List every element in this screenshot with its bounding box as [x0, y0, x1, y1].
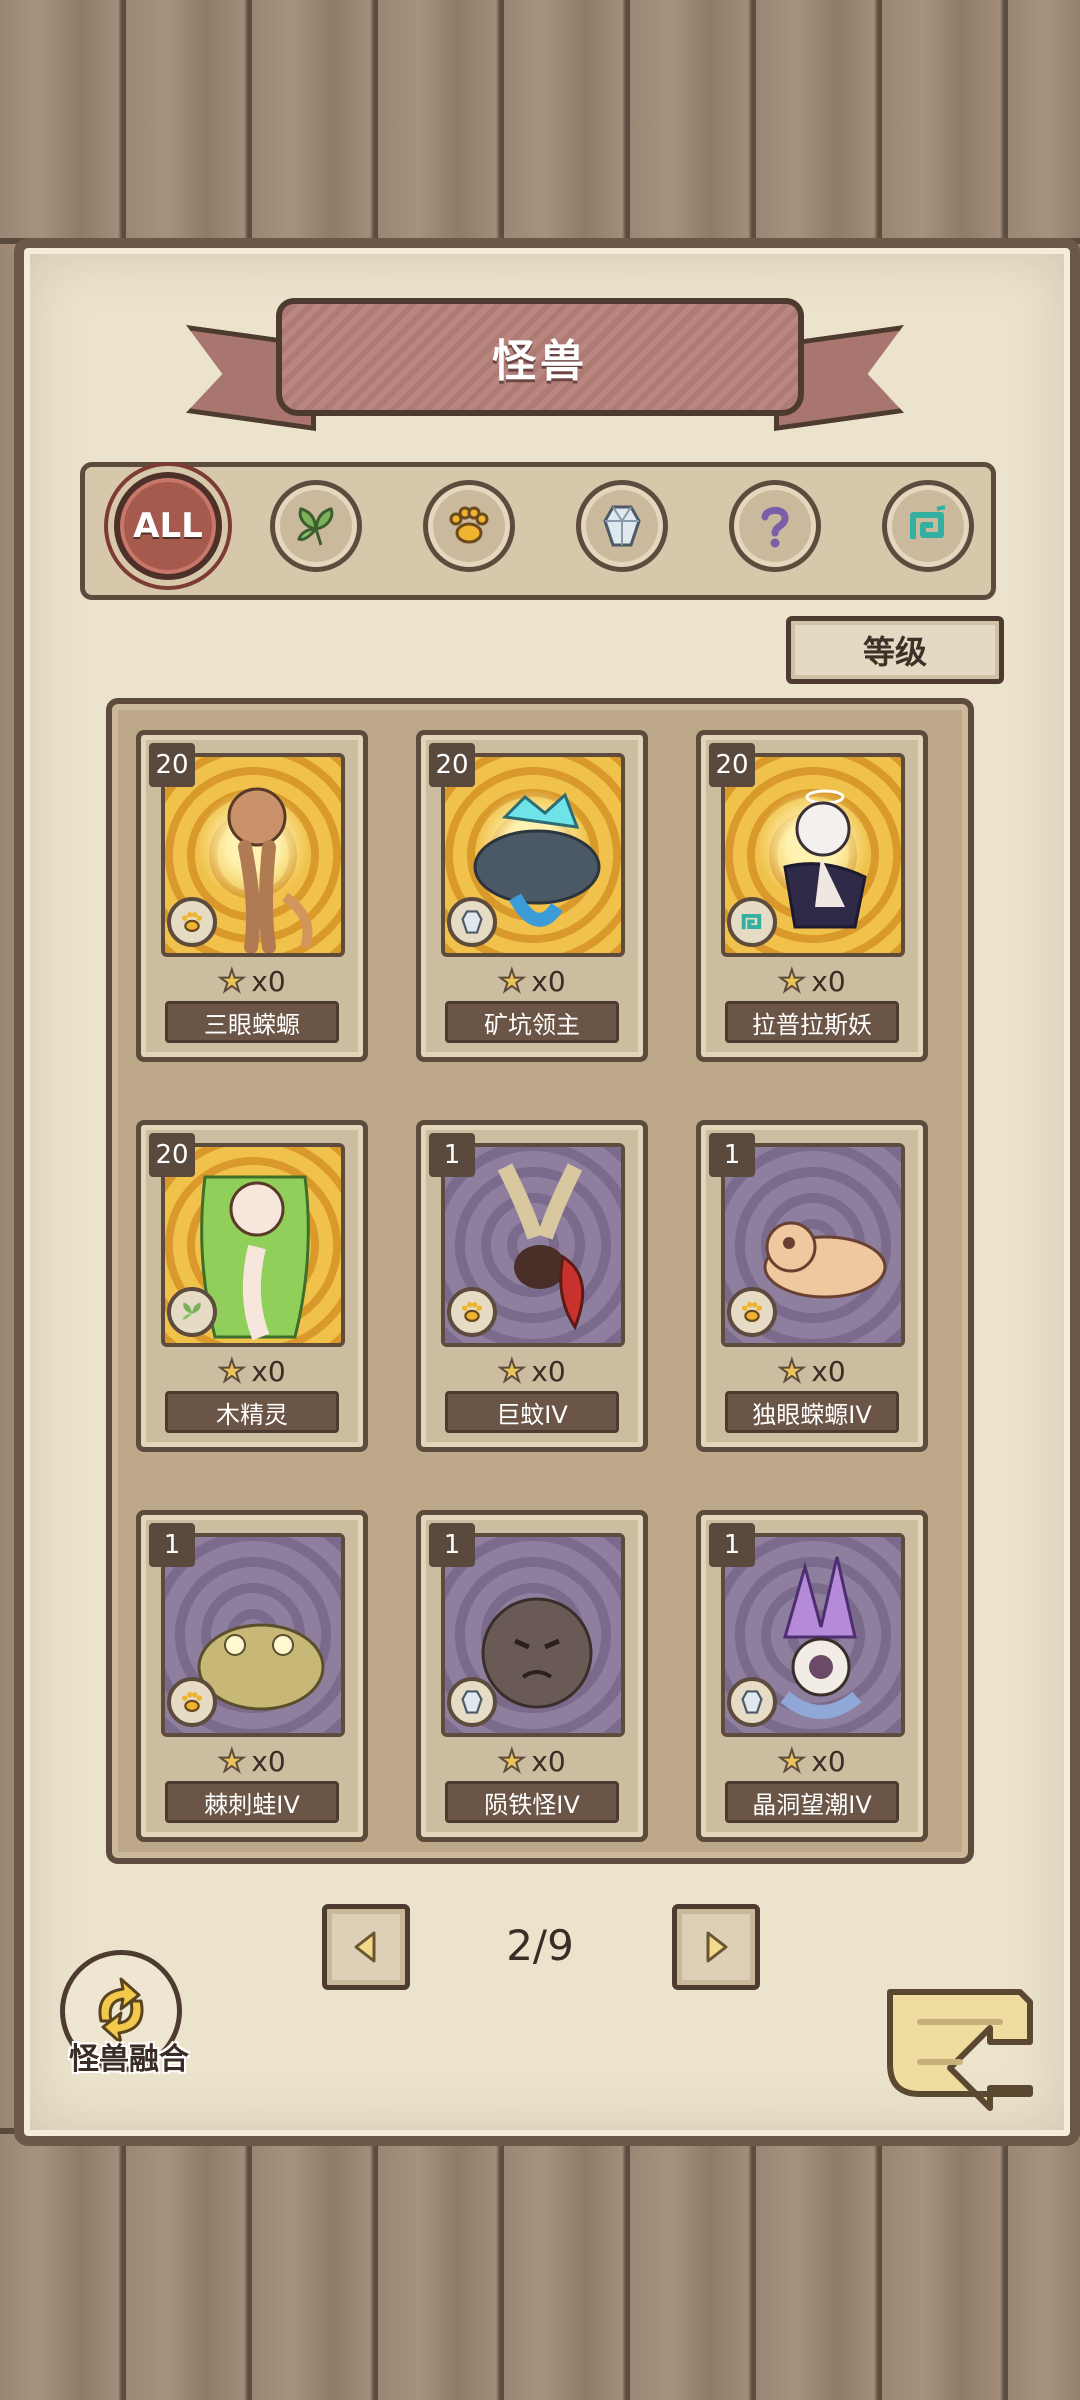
star-icon: ★ — [217, 1743, 246, 1780]
sort-label: 等级 — [862, 633, 927, 671]
page-title: 怪兽 — [492, 336, 588, 387]
type-badge — [167, 1677, 217, 1727]
filter-mystic-button[interactable] — [882, 480, 974, 572]
level-badge: 1 — [709, 1133, 755, 1177]
monster-name: 晶洞望潮IV — [725, 1781, 899, 1823]
filter-beast-button[interactable] — [423, 480, 515, 572]
filter-plant-button[interactable] — [270, 480, 362, 572]
paw-icon — [182, 912, 202, 932]
level-badge: 20 — [149, 743, 195, 787]
sort-by-level-button[interactable]: 等级 — [786, 616, 1004, 684]
monster-name: 三眼蝾螈 — [165, 1001, 339, 1043]
owned-count: ★ x0 — [421, 963, 643, 1000]
monster-card[interactable]: 20 ★ x0 木精灵 — [136, 1120, 368, 1452]
star-icon: ★ — [777, 1353, 806, 1390]
title-ribbon: 怪兽 — [276, 298, 804, 416]
type-badge — [727, 897, 777, 947]
monster-name: 木精灵 — [165, 1391, 339, 1433]
paw-icon — [182, 1692, 202, 1712]
crystal-icon — [603, 505, 641, 547]
owned-count-value: x0 — [531, 1744, 566, 1778]
monster-fusion-button[interactable]: 怪兽融合 — [56, 1950, 196, 2080]
owned-count-value: x0 — [251, 1744, 286, 1778]
arrow-right-icon — [706, 1931, 728, 1963]
arrow-left-icon — [354, 1931, 376, 1963]
filter-mineral-button[interactable] — [576, 480, 668, 572]
owned-count: ★ x0 — [141, 1743, 363, 1780]
leaf-icon — [182, 1302, 201, 1320]
monster-name: 棘刺蛙IV — [165, 1781, 339, 1823]
fusion-label: 怪兽融合 — [69, 2042, 189, 2077]
level-badge: 20 — [709, 743, 755, 787]
monster-card[interactable]: 20 ★ x0 拉普拉斯妖 — [696, 730, 928, 1062]
monster-card[interactable]: 1 ★ x0 陨铁怪IV — [416, 1510, 648, 1842]
owned-count: ★ x0 — [701, 1353, 923, 1390]
page-indicator: 2/9 — [506, 1921, 574, 1970]
owned-count-value: x0 — [811, 1744, 846, 1778]
next-page-button[interactable] — [672, 1904, 760, 1990]
owned-count: ★ x0 — [141, 1353, 363, 1390]
star-icon: ★ — [217, 1353, 246, 1390]
crystal-icon — [461, 910, 483, 934]
monster-name: 独眼蝾螈IV — [725, 1391, 899, 1433]
level-badge: 1 — [709, 1523, 755, 1567]
type-badge — [447, 897, 497, 947]
type-badge — [447, 1677, 497, 1727]
monster-name: 陨铁怪IV — [445, 1781, 619, 1823]
filter-unknown-button[interactable] — [729, 480, 821, 572]
back-button[interactable] — [880, 1972, 1052, 2124]
leaf-icon — [297, 507, 334, 546]
question-icon — [761, 506, 789, 548]
type-badge — [447, 1287, 497, 1337]
owned-count-value: x0 — [251, 964, 286, 998]
monster-name: 巨蚊IV — [445, 1391, 619, 1433]
owned-count: ★ x0 — [701, 963, 923, 1000]
owned-count-value: x0 — [251, 1354, 286, 1388]
owned-count: ★ x0 — [421, 1353, 643, 1390]
spiral-icon — [741, 913, 762, 930]
owned-count-value: x0 — [531, 964, 566, 998]
paw-icon — [742, 1302, 762, 1322]
star-icon: ★ — [497, 1743, 526, 1780]
monster-card[interactable]: 1 ★ x0 独眼蝾螈IV — [696, 1120, 928, 1452]
return-arrow-icon — [887, 1989, 1033, 2111]
crystal-icon — [461, 1690, 483, 1714]
type-badge — [167, 897, 217, 947]
level-badge: 1 — [149, 1523, 195, 1567]
monster-card[interactable]: 1 ★ x0 巨蚊IV — [416, 1120, 648, 1452]
filter-all-button[interactable]: ALL — [114, 472, 222, 580]
type-badge — [167, 1287, 217, 1337]
crystal-icon — [741, 1690, 763, 1714]
level-badge: 1 — [429, 1133, 475, 1177]
star-icon: ★ — [497, 963, 526, 1000]
paw-icon — [462, 1302, 482, 1322]
owned-count-value: x0 — [811, 1354, 846, 1388]
star-icon: ★ — [497, 1353, 526, 1390]
star-icon: ★ — [777, 963, 806, 1000]
owned-count: ★ x0 — [421, 1743, 643, 1780]
level-badge: 20 — [149, 1133, 195, 1177]
monster-card[interactable]: 1 ★ x0 棘刺蛙IV — [136, 1510, 368, 1842]
star-icon: ★ — [777, 1743, 806, 1780]
prev-page-button[interactable] — [322, 1904, 410, 1990]
owned-count: ★ x0 — [701, 1743, 923, 1780]
monster-card[interactable]: 20 ★ x0 矿坑领主 — [416, 730, 648, 1062]
level-badge: 20 — [429, 743, 475, 787]
owned-count-value: x0 — [811, 964, 846, 998]
type-badge — [727, 1677, 777, 1727]
type-badge — [727, 1287, 777, 1337]
star-icon: ★ — [217, 963, 246, 1000]
level-badge: 1 — [429, 1523, 475, 1567]
spiral-icon — [910, 505, 946, 539]
owned-count-value: x0 — [531, 1354, 566, 1388]
owned-count: ★ x0 — [141, 963, 363, 1000]
monster-name: 拉普拉斯妖 — [725, 1001, 899, 1043]
monster-name: 矿坑领主 — [445, 1001, 619, 1043]
monster-card[interactable]: 1 ★ x0 晶洞望潮IV — [696, 1510, 928, 1842]
monster-card[interactable]: 20 ★ x0 三眼蝾螈 — [136, 730, 368, 1062]
filter-all-label: ALL — [133, 506, 203, 546]
paw-icon — [449, 506, 489, 544]
